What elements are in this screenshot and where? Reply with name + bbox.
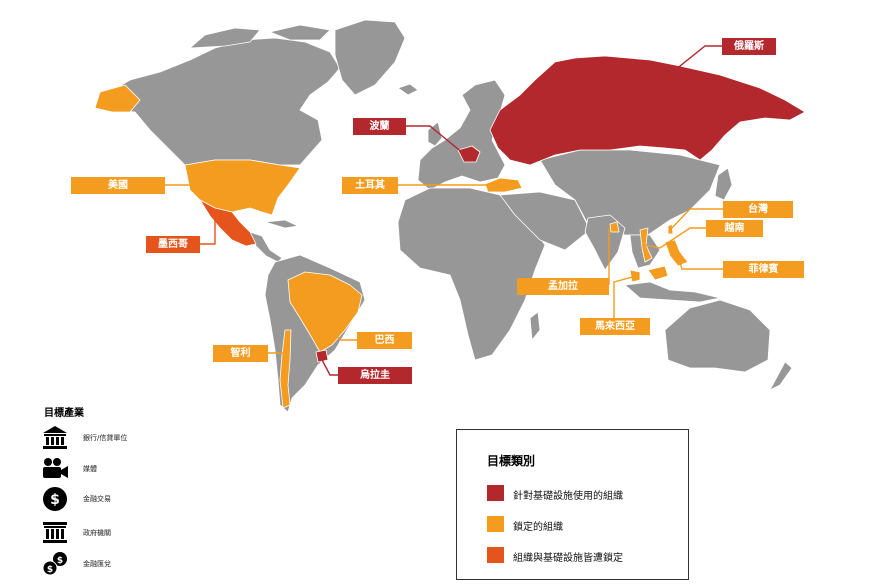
industry-government: 政府機關 (40, 520, 240, 546)
india (584, 214, 626, 271)
central-america (249, 231, 283, 263)
legend-swatch (487, 547, 504, 563)
leader-line-mexico (200, 220, 216, 245)
svg-text:$: $ (47, 565, 53, 575)
madagascar (529, 311, 541, 341)
industries-title: 目標產業 (44, 408, 84, 419)
svg-text:$: $ (50, 492, 60, 508)
industry-label: 政府機關 (83, 529, 111, 537)
industry-financial-exchange: $ $ 金融匯兌 (40, 551, 240, 577)
legend-swatch (487, 516, 504, 532)
callout-uruguay: 烏拉圭 (338, 367, 412, 384)
callout-taiwan: 台灣 (723, 201, 793, 218)
government-building-icon (43, 522, 67, 543)
new-zealand (769, 361, 793, 391)
callout-vietnam: 越南 (706, 220, 763, 237)
legend-label: 組織與基礎設施皆遭鎖定 (513, 553, 623, 564)
greenland (334, 19, 406, 96)
country-philippines (664, 239, 689, 267)
legend-label: 針對基礎設施使用的組織 (513, 491, 623, 502)
country-malaysia (629, 265, 669, 283)
callout-poland: 波蘭 (353, 118, 406, 135)
industry-label: 銀行/信貸單位 (83, 434, 128, 442)
indonesia (624, 281, 721, 303)
callout-bangladesh: 孟加拉 (517, 278, 609, 295)
legend-box: 目標類別 針對基礎設施使用的組織 鎖定的組織 組織與基礎設施皆遭鎖定 (456, 429, 689, 580)
video-camera-icon (43, 458, 68, 478)
dollar-coin-icon: $ (43, 487, 67, 511)
caribbean-islands (264, 219, 299, 229)
industry-financial-transactions: $ 金融交易 (40, 486, 240, 512)
callout-philippines: 菲律賓 (723, 261, 804, 278)
callout-russia: 俄羅斯 (722, 38, 776, 55)
legend-label: 鎖定的組織 (513, 522, 563, 533)
australia (664, 299, 771, 373)
callout-brazil: 巴西 (357, 332, 412, 349)
country-russia (489, 55, 806, 166)
industry-banking: 銀行/信貸單位 (40, 425, 240, 451)
legend-title: 目標類別 (487, 454, 536, 468)
callout-chile: 智利 (213, 345, 268, 362)
industry-media: 媒體 (40, 456, 240, 482)
coins-icon: $ $ (42, 552, 67, 576)
callout-usa: 美國 (71, 177, 165, 194)
leader-line-malaysia (613, 275, 637, 318)
country-usa (184, 159, 301, 216)
arctic-islands (269, 24, 331, 41)
callout-mexico: 墨西哥 (146, 236, 200, 253)
japan (714, 167, 733, 201)
industry-label: 媒體 (83, 465, 97, 473)
bank-icon (43, 426, 67, 449)
legend-swatch (487, 485, 504, 501)
callout-malaysia: 馬來西亞 (580, 318, 650, 335)
industry-label: 金融交易 (83, 495, 111, 503)
iceland (397, 83, 419, 96)
industry-label: 金融匯兌 (83, 560, 111, 568)
svg-text:$: $ (57, 556, 63, 566)
north-america-landmass (104, 37, 341, 166)
callout-turkey: 土耳其 (342, 177, 398, 194)
country-bangladesh (609, 221, 620, 233)
